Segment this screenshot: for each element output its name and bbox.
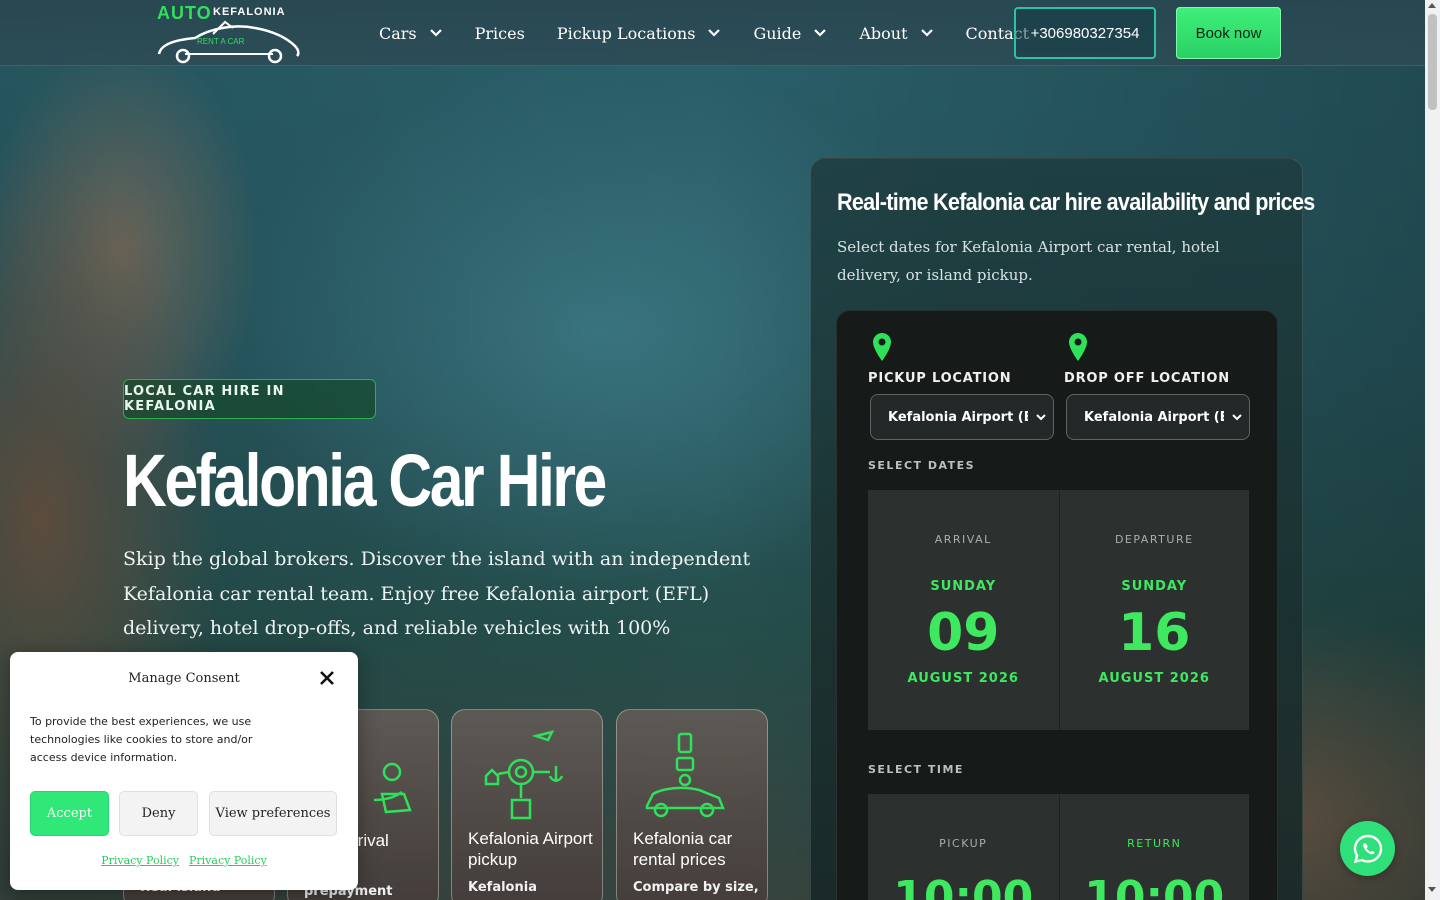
pickup-location-value: Kefalonia Airport (EFL) xyxy=(888,409,1028,425)
select-time-label: SELECT TIME xyxy=(868,763,964,776)
nav-item-cars[interactable]: Cars xyxy=(379,24,443,43)
page-scrollbar[interactable] xyxy=(1425,0,1440,900)
departure-date[interactable]: DEPARTURE SUNDAY 16 AUGUST 2026 xyxy=(1058,490,1250,730)
feature-card-title: Kefalonia Airport pickup xyxy=(468,829,593,869)
return-time-value: 10:00 xyxy=(1084,872,1225,900)
feature-card-title: rrival xyxy=(352,831,389,850)
feature-card[interactable]: Kefalonia car rental prices Compare by s… xyxy=(616,709,768,900)
dropoff-location-value: Kefalonia Airport (EFL) xyxy=(1084,409,1224,425)
location-pin-icon xyxy=(1069,333,1087,361)
airport-pin-icon xyxy=(484,730,564,820)
chevron-down-icon xyxy=(429,29,442,37)
chevron-down-icon xyxy=(1232,414,1242,421)
whatsapp-icon xyxy=(1353,834,1382,863)
nav-item-label: Guide xyxy=(753,23,802,43)
nav-item-prices[interactable]: Prices xyxy=(475,24,525,43)
nav-item-label: Prices xyxy=(474,23,525,43)
chevron-down-icon xyxy=(708,29,721,37)
logo-tagline: RENT A CAR xyxy=(197,37,245,46)
chevron-down-icon xyxy=(814,29,827,37)
site-logo[interactable]: AUTO KEFALONIA RENT A CAR xyxy=(155,2,305,64)
feature-card-title: Kefalonia car rental prices xyxy=(633,829,733,869)
pickup-time[interactable]: PICKUP 10:00 xyxy=(868,794,1059,900)
departure-month: AUGUST 2026 xyxy=(1098,671,1210,686)
cookie-consent-dialog: Manage Consent To provide the best exper… xyxy=(10,652,358,890)
nav-item-label: Pickup Locations xyxy=(556,23,696,43)
return-time-head: RETURN xyxy=(1127,837,1182,850)
dropoff-location-select[interactable]: Kefalonia Airport (EFL) xyxy=(1066,394,1250,440)
nav-item-guide[interactable]: Guide xyxy=(753,24,827,43)
accept-button[interactable]: Accept xyxy=(30,791,109,836)
phone-button[interactable]: +306980327354 xyxy=(1014,7,1156,59)
whatsapp-button[interactable] xyxy=(1340,821,1395,876)
consent-title: Manage Consent xyxy=(128,671,240,686)
scroll-up-arrow-icon[interactable] xyxy=(1428,3,1436,8)
nav-item-about[interactable]: About xyxy=(859,24,933,43)
departure-head: DEPARTURE xyxy=(1114,533,1194,546)
feature-card-subtitle: Kefalonia xyxy=(468,880,537,895)
booking-panel: Real-time Kefalonia car hire availabilit… xyxy=(810,158,1315,900)
main-nav: Cars Prices Pickup Locations Guide About… xyxy=(379,0,1061,66)
booking-title: Real-time Kefalonia car hire availabilit… xyxy=(837,189,1315,216)
pickup-location-select[interactable]: Kefalonia Airport (EFL) xyxy=(870,394,1054,440)
hero-badge: LOCAL CAR HIRE IN KEFALONIA xyxy=(123,379,376,419)
consent-links: Privacy Policy Privacy Policy xyxy=(10,854,358,867)
chevron-down-icon xyxy=(1036,414,1046,421)
booking-subtitle: Select dates for Kefalonia Airport car r… xyxy=(837,238,1220,284)
date-picker: ARRIVAL SUNDAY 09 AUGUST 2026 DEPARTURE … xyxy=(868,490,1249,730)
hero-title: Kefalonia Car Hire xyxy=(123,439,607,522)
feature-card-subtitle: Compare by size, xyxy=(633,880,759,895)
consent-text: To provide the best experiences, we use … xyxy=(30,715,253,764)
nav-item-label: Cars xyxy=(379,23,417,43)
logo-car-icon: RENT A CAR xyxy=(157,20,300,64)
departure-day: SUNDAY xyxy=(1121,579,1188,594)
scroll-thumb[interactable] xyxy=(1428,14,1437,110)
scroll-down-arrow-icon[interactable] xyxy=(1428,887,1436,892)
view-preferences-button[interactable]: View preferences xyxy=(209,791,337,836)
arrival-date-number: 09 xyxy=(927,603,1000,663)
booking-form: PICKUP LOCATION DROP OFF LOCATION Kefalo… xyxy=(836,310,1278,900)
nav-item-pickup-locations[interactable]: Pickup Locations xyxy=(557,24,722,43)
privacy-policy-link[interactable]: Privacy Policy xyxy=(189,854,267,867)
close-icon[interactable] xyxy=(318,669,336,687)
return-time[interactable]: RETURN 10:00 xyxy=(1058,794,1250,900)
arrival-head: ARRIVAL xyxy=(934,533,992,546)
pickup-time-head: PICKUP xyxy=(939,837,988,850)
book-now-button[interactable]: Book now xyxy=(1176,7,1281,59)
chevron-down-icon xyxy=(920,29,933,37)
location-pin-icon xyxy=(873,333,891,361)
arrival-month: AUGUST 2026 xyxy=(907,671,1019,686)
car-luggage-icon xyxy=(645,732,725,818)
pickup-time-value: 10:00 xyxy=(893,872,1034,900)
site-header: AUTO KEFALONIA RENT A CAR Cars Prices Pi… xyxy=(0,0,1425,66)
logo-word-kefalonia: KEFALONIA xyxy=(213,6,286,18)
arrival-date[interactable]: ARRIVAL SUNDAY 09 AUGUST 2026 xyxy=(868,490,1059,730)
dropoff-location-label: DROP OFF LOCATION xyxy=(1064,371,1230,386)
privacy-policy-link[interactable]: Privacy Policy xyxy=(101,854,179,867)
time-picker: PICKUP 10:00 RETURN 10:00 xyxy=(868,794,1249,900)
nav-item-label: About xyxy=(859,23,908,43)
pickup-location-label: PICKUP LOCATION xyxy=(868,371,1012,386)
select-dates-label: SELECT DATES xyxy=(868,459,976,472)
arrival-day: SUNDAY xyxy=(930,579,997,594)
departure-date-number: 16 xyxy=(1118,603,1191,663)
deny-button[interactable]: Deny xyxy=(119,791,198,836)
feature-card[interactable]: Kefalonia Airport pickup Kefalonia xyxy=(451,709,603,900)
